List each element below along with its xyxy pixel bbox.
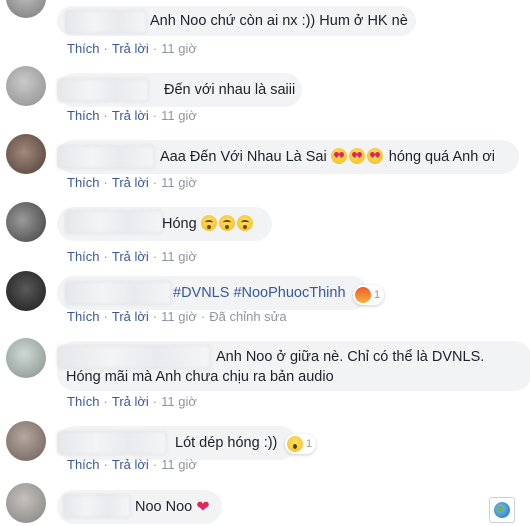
comment-actions: Thích · Trả lời · 11 giờ: [67, 249, 197, 264]
reaction-count: 1: [306, 438, 313, 450]
timestamp[interactable]: 11 giờ: [161, 41, 197, 56]
blurred-author-name: [63, 494, 131, 518]
timestamp[interactable]: 11 giờ: [161, 175, 197, 190]
blurred-author-name: [57, 431, 167, 455]
separator: ·: [103, 108, 108, 123]
hashtag-link[interactable]: #NooPhuocThinh: [233, 285, 345, 301]
comment-bubble: #DVNLS #NooPhuocThinh: [57, 276, 368, 310]
like-link[interactable]: Thích: [67, 175, 100, 190]
reply-link[interactable]: Trả lời: [112, 175, 149, 190]
comment-actions: Thích · Trả lời · 11 giờ: [67, 41, 197, 56]
like-link[interactable]: Thích: [67, 309, 100, 324]
comment-actions: Thích · Trả lời · 11 giờ: [67, 108, 197, 123]
timestamp[interactable]: 11 giờ: [161, 457, 197, 472]
comment-text-after: hóng quá Anh ơi: [388, 149, 496, 165]
edited-label[interactable]: Đã chỉnh sửa: [209, 309, 286, 324]
separator: ·: [152, 175, 158, 190]
blurred-author-name: [65, 10, 147, 34]
comment-bubble: Đến với nhau là saiii: [57, 73, 302, 107]
reply-link[interactable]: Trả lời: [112, 41, 149, 56]
comment-text-line-2: Hóng mãi mà Anh chưa chịu ra bản audio: [66, 369, 334, 385]
like-link[interactable]: Thích: [67, 249, 100, 264]
avatar[interactable]: [6, 0, 46, 18]
like-link[interactable]: Thích: [67, 41, 100, 56]
angry-reaction-icon: [355, 287, 371, 303]
avatar[interactable]: [6, 271, 46, 311]
avatar[interactable]: [6, 421, 46, 461]
blurred-author-name: [65, 281, 172, 305]
reaction-count: 1: [374, 289, 381, 301]
comment-text: Noo Noo ❤: [135, 498, 210, 517]
blurred-author-name: [65, 210, 163, 234]
separator: ·: [103, 394, 108, 409]
comment-text: Aaa Đến Với Nhau Là Sai hóng quá Anh ơi: [160, 148, 495, 167]
comment-bubble: Noo Noo ❤: [57, 490, 222, 524]
red-heart-emoji-icon: ❤: [196, 499, 210, 516]
heart-eyes-emoji-icon: [330, 148, 347, 164]
comment-text: Đến với nhau là saiii: [164, 82, 296, 98]
like-link[interactable]: Thích: [67, 457, 100, 472]
separator: ·: [200, 309, 206, 324]
heart-eyes-emoji-icon: [366, 148, 383, 164]
separator: ·: [103, 309, 108, 324]
comment-bubble: Lót dép hóng :)): [57, 426, 297, 460]
timestamp[interactable]: 11 giờ: [161, 249, 197, 264]
blurred-author-name: [57, 145, 155, 169]
separator: ·: [152, 394, 158, 409]
reply-link[interactable]: Trả lời: [112, 309, 149, 324]
comment-text: #DVNLS #NooPhuocThinh: [173, 284, 346, 303]
blurred-author-name: [57, 345, 211, 369]
heart-eyes-emoji-icon: [348, 148, 365, 164]
separator: ·: [152, 108, 158, 123]
language-globe-button[interactable]: [489, 497, 515, 523]
comment-text-main: Hóng: [162, 216, 197, 232]
comment-text-main: Noo Noo: [135, 499, 193, 515]
comment-text-line-1: Anh Noo ở giữa nè. Chỉ có thể là DVNLS.: [216, 349, 485, 365]
timestamp[interactable]: 11 giờ: [161, 394, 197, 409]
globe-icon: [494, 502, 510, 518]
separator: ·: [152, 457, 158, 472]
separator: ·: [152, 41, 158, 56]
comment-actions: Thích · Trả lời · 11 giờ · Đã chỉnh sửa: [67, 309, 287, 324]
comment-text-main: Aaa Đến Với Nhau Là Sai: [160, 149, 327, 165]
crying-face-emoji-icon: [218, 215, 235, 231]
reply-link[interactable]: Trả lời: [112, 108, 149, 123]
crying-face-emoji-icon: [236, 215, 253, 231]
timestamp[interactable]: 11 giờ: [161, 108, 197, 123]
comment-text: Anh Noo chứ còn ai nx :)) Hum ở HK nè: [150, 13, 408, 29]
comment-bubble: Hóng: [57, 207, 272, 241]
comment-bubble: Aaa Đến Với Nhau Là Sai hóng quá Anh ơi: [57, 140, 519, 174]
comment-actions: Thích · Trả lời · 11 giờ: [67, 457, 197, 472]
reply-link[interactable]: Trả lời: [112, 394, 149, 409]
hashtag-link[interactable]: #DVNLS: [173, 285, 229, 301]
wow-reaction-icon: [287, 436, 303, 452]
separator: ·: [152, 249, 158, 264]
avatar[interactable]: [6, 338, 46, 378]
comment-actions: Thích · Trả lời · 11 giờ: [67, 175, 197, 190]
separator: ·: [103, 457, 108, 472]
separator: ·: [103, 41, 108, 56]
crying-face-emoji-icon: [200, 215, 217, 231]
timestamp[interactable]: 11 giờ: [161, 309, 197, 324]
avatar[interactable]: [6, 134, 46, 174]
reply-link[interactable]: Trả lời: [112, 249, 149, 264]
like-link[interactable]: Thích: [67, 108, 100, 123]
separator: ·: [103, 175, 108, 190]
avatar[interactable]: [6, 66, 46, 106]
separator: ·: [152, 309, 158, 324]
comment-text: Lót dép hóng :)): [175, 435, 278, 451]
blurred-author-name: [57, 78, 149, 102]
comment-bubble: Anh Noo ở giữa nè. Chỉ có thể là DVNLS. …: [57, 341, 530, 391]
reaction-summary[interactable]: 1: [285, 434, 317, 454]
comment-actions: Thích · Trả lời · 11 giờ: [67, 394, 197, 409]
like-link[interactable]: Thích: [67, 394, 100, 409]
avatar[interactable]: [6, 202, 46, 242]
separator: ·: [103, 249, 108, 264]
reaction-summary[interactable]: 1: [353, 285, 385, 305]
comment-text: Hóng: [162, 215, 255, 234]
reply-link[interactable]: Trả lời: [112, 457, 149, 472]
comment-bubble: Anh Noo chứ còn ai nx :)) Hum ở HK nè: [57, 6, 416, 36]
avatar[interactable]: [6, 483, 46, 523]
